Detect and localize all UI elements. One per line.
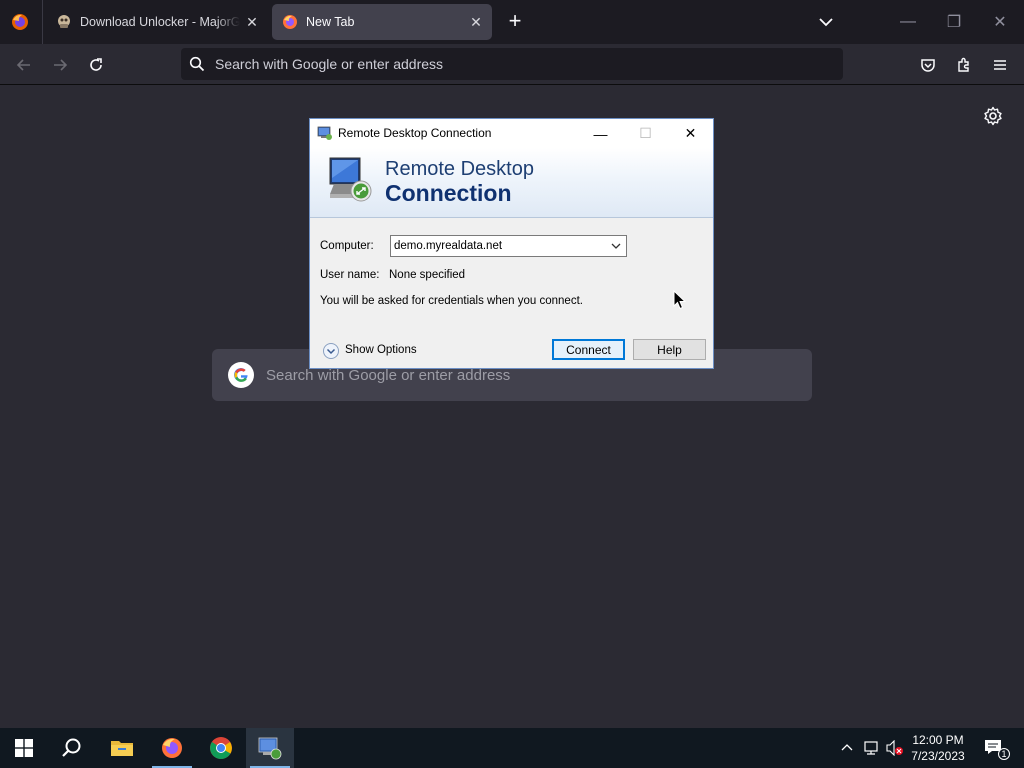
newtab-search-placeholder: Search with Google or enter address [266, 366, 511, 384]
show-options-link[interactable]: Show Options [345, 344, 417, 356]
taskbar-chrome[interactable] [197, 728, 245, 768]
volume-tray-button[interactable] [884, 728, 906, 768]
reload-button[interactable] [83, 52, 109, 78]
list-all-tabs-icon[interactable] [814, 12, 838, 32]
close-tab-icon[interactable]: ✕ [464, 10, 488, 34]
banner-title-line1: Remote Desktop [385, 158, 534, 180]
firefox-icon [162, 738, 182, 758]
computer-combobox[interactable]: demo.myrealdata.net [390, 235, 627, 257]
show-options-expand-icon[interactable] [322, 342, 340, 360]
tab-title: New Tab [306, 15, 355, 29]
clock-date: 7/23/2023 [911, 749, 965, 763]
windows-taskbar: 12:00 PM 7/23/2023 1 [0, 728, 1024, 768]
majorgeeks-favicon-icon [58, 15, 70, 28]
show-hidden-icons-button[interactable] [836, 728, 858, 768]
pocket-button[interactable] [915, 52, 941, 78]
system-clock[interactable]: 12:00 PM 7/23/2023 [904, 732, 972, 764]
extensions-button[interactable] [951, 52, 977, 78]
help-button[interactable]: Help [633, 339, 706, 360]
forward-button[interactable] [47, 52, 73, 78]
tab-separator [42, 0, 43, 44]
network-icon [864, 741, 878, 755]
computer-value: demo.myrealdata.net [394, 240, 503, 252]
address-bar[interactable]: Search with Google or enter address [181, 48, 843, 80]
close-tab-icon[interactable]: ✕ [240, 10, 264, 34]
address-bar-placeholder: Search with Google or enter address [215, 56, 444, 72]
chrome-icon [210, 737, 232, 759]
dialog-title: Remote Desktop Connection [338, 126, 492, 140]
dialog-titlebar[interactable]: Remote Desktop Connection — ☐ ✕ [310, 119, 713, 148]
chevron-up-icon [841, 744, 853, 751]
username-value: None specified [389, 269, 466, 281]
taskbar-firefox[interactable] [148, 728, 196, 768]
windows-logo-icon [15, 739, 33, 757]
remote-desktop-dialog: Remote Desktop Connection — ☐ ✕ Remote D… [309, 118, 714, 369]
dialog-close-button[interactable]: ✕ [668, 119, 713, 148]
banner-title-line2: Connection [385, 180, 512, 206]
dialog-banner: Remote Desktop Connection [310, 148, 713, 218]
navigation-toolbar: Search with Google or enter address [0, 44, 1024, 85]
search-icon [189, 56, 205, 72]
close-window-button[interactable]: ✕ [988, 10, 1012, 34]
username-label: User name: [320, 269, 380, 281]
computer-label: Computer: [320, 240, 374, 252]
taskbar-file-explorer[interactable] [98, 728, 146, 768]
tab-download-unlocker[interactable]: Download Unlocker - MajorGeeks ✕ [46, 4, 268, 40]
folder-icon [111, 741, 133, 756]
chevron-down-icon[interactable] [609, 239, 623, 253]
tab-new-tab[interactable]: New Tab ✕ [272, 4, 492, 40]
rdp-monitor-icon [329, 157, 372, 202]
rdp-app-icon [258, 737, 282, 760]
dialog-minimize-button[interactable]: — [578, 119, 623, 148]
search-icon [62, 738, 81, 757]
mouse-pointer-icon [673, 290, 687, 310]
start-button[interactable] [0, 728, 48, 768]
minimize-window-button[interactable]: — [896, 10, 920, 34]
credentials-info-text: You will be asked for credentials when y… [320, 295, 583, 307]
notification-center-button[interactable]: 1 [978, 728, 1010, 768]
firefox-view-icon[interactable] [10, 12, 30, 32]
clock-time: 12:00 PM [912, 733, 964, 747]
app-menu-button[interactable] [987, 52, 1013, 78]
connect-button[interactable]: Connect [552, 339, 625, 360]
dialog-maximize-button: ☐ [639, 125, 652, 141]
taskbar-search-button[interactable] [48, 728, 96, 768]
firefox-favicon-icon [283, 15, 297, 29]
restore-window-button[interactable]: ❐ [942, 10, 966, 34]
arrow-left-icon [16, 59, 30, 71]
hamburger-menu-icon [994, 60, 1006, 70]
arrow-right-icon [54, 59, 68, 71]
pocket-icon [921, 59, 935, 72]
taskbar-remote-desktop[interactable] [246, 728, 294, 768]
puzzle-icon [958, 57, 969, 72]
rdp-app-icon [317, 126, 332, 140]
new-tab-button[interactable]: + [503, 10, 527, 34]
tab-title: Download Unlocker - MajorGeeks [80, 15, 240, 29]
network-tray-button[interactable] [860, 728, 882, 768]
notification-count-badge: 1 [998, 748, 1010, 760]
reload-icon [90, 58, 102, 71]
back-button[interactable] [11, 52, 37, 78]
google-logo-icon [228, 362, 254, 388]
settings-gear-icon[interactable] [983, 106, 1003, 126]
speaker-muted-icon [886, 740, 903, 756]
tab-strip: Download Unlocker - MajorGeeks ✕ New Tab… [0, 0, 1024, 44]
